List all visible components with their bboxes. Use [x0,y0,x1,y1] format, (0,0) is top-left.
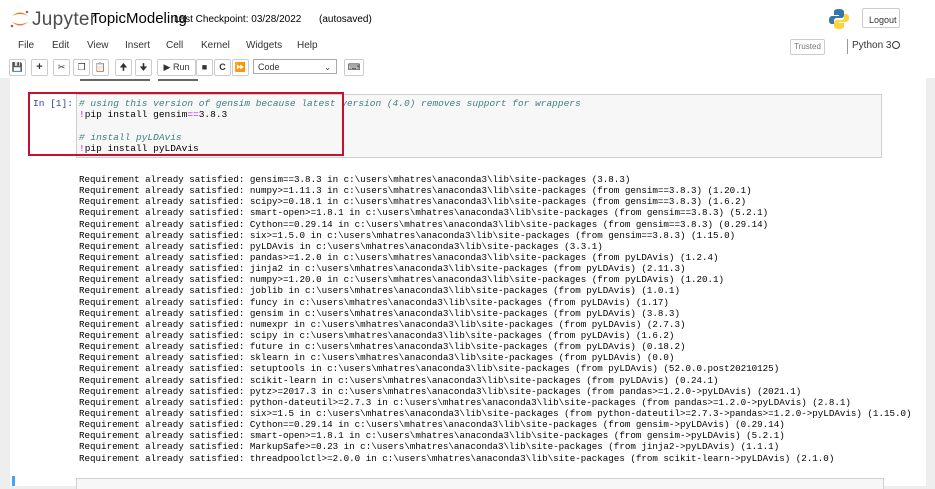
menu-view[interactable]: View [87,40,109,51]
command-palette-icon[interactable]: ⌨ [344,59,364,76]
menu-kernel[interactable]: Kernel [201,40,230,51]
cell-type-select[interactable]: Code ⌄ [253,59,337,74]
output-line: Requirement already satisfied: jinja2 in… [79,263,686,275]
output-line: Requirement already satisfied: six>=1.5 … [79,407,912,419]
save-icon[interactable]: 💾 [9,59,26,76]
jupyter-brand[interactable]: Jupyter [32,9,96,31]
output-line: Requirement already satisfied: funcy in … [79,296,669,308]
logout-button[interactable]: Logout [862,8,900,28]
output-line: Requirement already satisfied: Cython==0… [79,419,785,431]
chevron-down-icon: ⌄ [324,63,331,72]
previous-cell-text-remnant [80,79,198,81]
menu-file[interactable]: File [18,40,34,51]
output-line: Requirement already satisfied: pandas>=1… [79,251,719,263]
insert-cell-below-icon[interactable]: + [31,59,48,76]
output-line: Requirement already satisfied: pyLDAvis … [79,240,603,252]
output-line: Requirement already satisfied: scipy>=0.… [79,196,747,208]
restart-icon[interactable]: C [214,59,231,76]
selected-cell-indicator [12,476,15,486]
output-line: Requirement already satisfied: python-da… [79,396,851,408]
output-line: Requirement already satisfied: smart-ope… [79,207,769,219]
kernel-name[interactable]: Python 3 [852,40,891,51]
menu-cell[interactable]: Cell [166,40,183,51]
cut-icon[interactable]: ✂ [53,59,70,76]
output-line: Requirement already satisfied: MarkupSaf… [79,441,780,453]
output-line: Requirement already satisfied: numpy>=1.… [79,185,752,197]
highlight-annotation-box [28,92,344,156]
move-down-icon[interactable]: 🠋 [135,59,152,76]
output-line: Requirement already satisfied: smart-ope… [79,430,785,442]
cell-output: Requirement already satisfied: gensim==3… [79,174,912,464]
kernel-idle-icon [892,41,900,49]
output-line: Requirement already satisfied: setuptool… [79,363,780,375]
run-label: Run [172,62,190,72]
header-bar: Jupyter TopicModeling Last Checkpoint: 0… [0,0,935,35]
menu-widgets[interactable]: Widgets [246,40,282,51]
run-button[interactable]: ▶ Run [157,59,196,76]
output-line: Requirement already satisfied: numpy>=1.… [79,274,725,286]
output-line: Requirement already satisfied: numexpr i… [79,318,686,330]
trusted-indicator[interactable]: Trusted [790,39,825,55]
python-logo-icon [829,9,849,29]
output-line: Requirement already satisfied: Cython==0… [79,218,769,230]
menu-edit[interactable]: Edit [52,40,69,51]
output-line: Requirement already satisfied: gensim==3… [79,174,631,185]
restart-run-all-icon[interactable]: ⏩ [232,59,249,76]
output-line: Requirement already satisfied: six>=1.5.… [79,229,736,241]
interrupt-icon[interactable]: ■ [196,59,213,76]
move-up-icon[interactable]: 🠉 [115,59,132,76]
paste-icon[interactable]: 📋 [92,59,109,76]
next-cell-input[interactable] [76,478,884,489]
output-line: Requirement already satisfied: scikit-le… [79,374,719,386]
menu-help[interactable]: Help [297,40,318,51]
output-line: Requirement already satisfied: gensim in… [79,307,680,319]
jupyter-logo-icon[interactable] [9,9,31,29]
output-line: Requirement already satisfied: joblib in… [79,285,680,297]
menu-separator [847,39,848,54]
previous-cell-fragment [78,78,328,84]
output-line: Requirement already satisfied: pytz>=201… [79,385,802,397]
menu-insert[interactable]: Insert [125,40,150,51]
notebook-name[interactable]: TopicModeling [91,10,187,27]
output-line: Requirement already satisfied: threadpoo… [79,452,835,464]
output-line: Requirement already satisfied: sklearn i… [79,352,675,364]
autosave-status: (autosaved) [319,14,372,25]
cell-type-value: Code [258,62,280,72]
copy-icon[interactable]: ❐ [73,59,90,76]
output-line: Requirement already satisfied: future in… [79,341,686,353]
output-line: Requirement already satisfied: scipy in … [79,329,675,341]
run-icon: ▶ [163,62,171,72]
last-checkpoint: Last Checkpoint: 03/28/2022 [174,14,302,25]
